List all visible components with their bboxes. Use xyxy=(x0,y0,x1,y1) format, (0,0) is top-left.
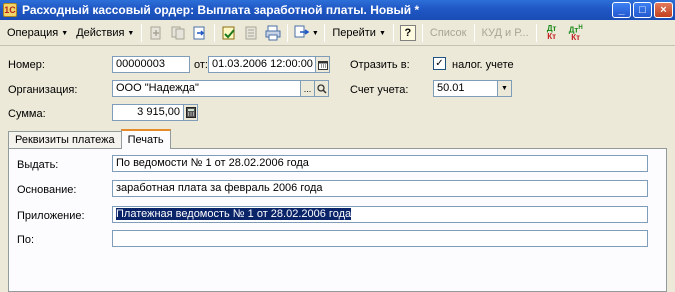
tab-payment-details[interactable]: Реквизиты платежа xyxy=(8,131,122,149)
help-icon: ? xyxy=(399,25,416,41)
calendar-icon xyxy=(317,60,328,70)
operation-menu[interactable]: Операция ▼ xyxy=(3,23,72,44)
basis-field[interactable]: заработная плата за февраль 2006 года xyxy=(112,180,648,197)
window-titlebar: 1С Расходный кассовый ордер: Выплата зар… xyxy=(0,0,675,20)
chevron-down-icon: ▼ xyxy=(127,29,135,37)
sum-field[interactable]: 3 915,00 xyxy=(112,104,184,121)
account-label: Счет учета: xyxy=(350,84,409,96)
toolbar-separator xyxy=(141,24,143,42)
print-tab-panel: Выдать: По ведомости № 1 от 28.02.2006 г… xyxy=(8,148,667,292)
tab-print[interactable]: Печать xyxy=(120,129,171,149)
toolbar-separator xyxy=(214,24,216,42)
dt-kt-icon[interactable]: Дт Кт xyxy=(541,23,563,43)
window-title: Расходный кассовый ордер: Выплата зарабо… xyxy=(22,3,420,17)
account-dropdown-button[interactable]: ▼ xyxy=(497,80,512,97)
toolbar-separator xyxy=(324,24,326,42)
maximize-button[interactable]: □ xyxy=(633,2,652,18)
actions-menu[interactable]: Действия ▼ xyxy=(72,23,138,44)
post-document-icon[interactable] xyxy=(219,23,239,43)
calendar-button[interactable] xyxy=(315,56,330,73)
appendix-selected-text: Платежная ведомость № 1 от 28.02.2006 го… xyxy=(116,208,352,220)
date-field[interactable]: 01.03.2006 12:00:00 xyxy=(208,56,316,73)
appendix-field[interactable]: Платежная ведомость № 1 от 28.02.2006 го… xyxy=(112,206,648,223)
ellipsis-icon: ... xyxy=(303,83,312,94)
structure-icon[interactable]: ▼ xyxy=(292,23,320,43)
chevron-down-icon: ▼ xyxy=(311,29,319,37)
print-icon[interactable] xyxy=(263,23,283,43)
toolbar: Операция ▼ Действия ▼ ▼ Перейти ▼ ? Спис… xyxy=(0,21,675,46)
number-field[interactable]: 00000003 xyxy=(112,56,190,73)
toolbar-separator xyxy=(421,24,423,42)
app-icon: 1С xyxy=(3,3,17,17)
dt-kt-tax-icon[interactable]: ДтН Кт xyxy=(565,23,587,43)
by-field[interactable] xyxy=(112,230,648,247)
appendix-label: Приложение: xyxy=(17,210,85,222)
chevron-down-icon: ▼ xyxy=(61,29,69,37)
unpost-document-icon[interactable] xyxy=(241,23,261,43)
issue-field[interactable]: По ведомости № 1 от 28.02.2006 года xyxy=(112,155,648,172)
tax-accounting-checkbox[interactable]: ✓ xyxy=(433,57,446,70)
document-form: Номер: 00000003 от: 01.03.2006 12:00:00 … xyxy=(0,47,675,292)
tab-strip: Реквизиты платежа Печать xyxy=(8,129,171,149)
basis-label: Основание: xyxy=(17,184,77,196)
sum-label: Сумма: xyxy=(8,108,46,120)
close-button[interactable]: × xyxy=(654,2,673,18)
operation-menu-label: Операция xyxy=(7,27,59,39)
account-field[interactable]: 50.01 xyxy=(433,80,498,97)
reflect-label: Отразить в: xyxy=(350,59,410,71)
tax-accounting-label: налог. учете xyxy=(452,59,514,71)
goto-menu-label: Перейти xyxy=(332,27,376,39)
search-icon xyxy=(316,83,327,94)
toolbar-separator xyxy=(473,24,475,42)
chevron-down-icon: ▼ xyxy=(378,29,386,37)
organization-field[interactable]: ООО "Надежда" xyxy=(112,80,301,97)
refresh-icon[interactable] xyxy=(190,23,210,43)
copy-document-icon[interactable] xyxy=(168,23,188,43)
organization-open-button[interactable] xyxy=(314,80,329,97)
issue-label: Выдать: xyxy=(17,159,59,171)
chevron-down-icon: ▼ xyxy=(501,85,508,92)
add-document-icon[interactable] xyxy=(146,23,166,43)
actions-menu-label: Действия xyxy=(76,27,125,39)
by-label: По: xyxy=(17,234,35,246)
minimize-button[interactable]: _ xyxy=(612,2,631,18)
list-button[interactable]: Список xyxy=(426,23,471,44)
toolbar-separator xyxy=(392,24,394,42)
organization-label: Организация: xyxy=(8,84,78,96)
calculator-button[interactable] xyxy=(183,104,198,121)
help-button[interactable]: ? xyxy=(398,23,418,43)
organization-select-button[interactable]: ... xyxy=(300,80,315,97)
goto-menu[interactable]: Перейти ▼ xyxy=(328,23,390,44)
calculator-icon xyxy=(185,107,196,118)
date-label: от: xyxy=(194,59,208,71)
ktn-label: Кт xyxy=(571,33,581,43)
toolbar-separator xyxy=(535,24,537,42)
kudir-button[interactable]: КУД и Р... xyxy=(478,23,533,44)
number-label: Номер: xyxy=(8,59,45,71)
kt-label: Кт xyxy=(547,32,557,41)
toolbar-separator xyxy=(287,24,289,42)
tax-marker: Н xyxy=(578,24,583,31)
